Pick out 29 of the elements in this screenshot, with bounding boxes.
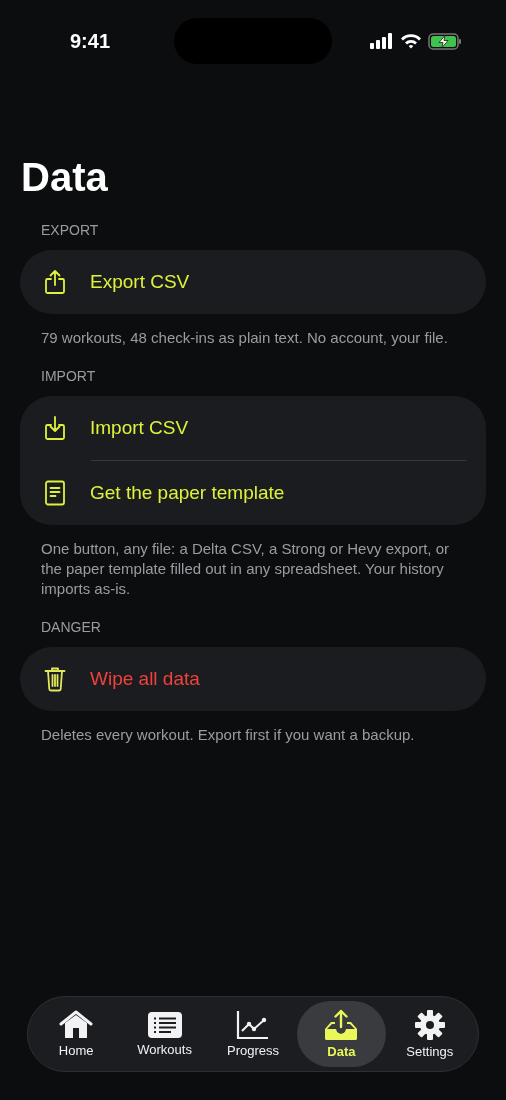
home-icon	[59, 1010, 94, 1040]
tab-item[interactable]: Progress	[208, 1001, 298, 1067]
wifi-icon	[400, 33, 422, 49]
action-row[interactable]: Export CSV	[20, 250, 486, 314]
action-row[interactable]: Import CSV	[20, 396, 486, 460]
action-row[interactable]: Get the paper template	[20, 461, 486, 525]
download-icon	[44, 415, 66, 441]
tab-item[interactable]: Home	[32, 1001, 121, 1067]
chart-icon	[236, 1010, 270, 1040]
section-footer: One button, any file: a Delta CSV, a Strong or Hevy export, or the paper template filled out in any spreadsheet. Your history imports as-is.	[41, 539, 470, 599]
trash-icon	[44, 666, 66, 692]
share-icon	[44, 269, 66, 295]
tab-item[interactable]: Data	[297, 1001, 386, 1067]
tray-upload-icon	[323, 1009, 360, 1041]
section-footer: Deletes every workout. Export first if you want a backup.	[41, 725, 470, 745]
tab-item[interactable]: Workouts	[120, 1001, 209, 1067]
action-row[interactable]: Wipe all data	[20, 647, 486, 711]
section-header: IMPORT	[41, 368, 97, 384]
list-icon	[146, 1011, 183, 1039]
tab-item[interactable]: Settings	[385, 1001, 475, 1067]
section-header: EXPORT	[41, 222, 100, 238]
battery-icon	[428, 32, 462, 50]
page-title: Data	[21, 154, 109, 201]
signal-icon	[370, 33, 394, 49]
section-header: DANGER	[41, 619, 102, 635]
section-footer: 79 workouts, 48 check-ins as plain text. No account, your file.	[41, 328, 470, 348]
document-icon	[44, 480, 66, 506]
settings-icon	[413, 1009, 446, 1041]
status-time: 9:41	[70, 29, 111, 53]
